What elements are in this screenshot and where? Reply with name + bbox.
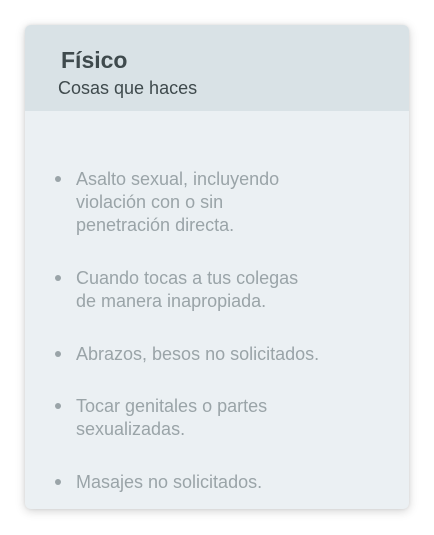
list-item-line: sexualizadas.: [76, 419, 186, 439]
bullet-icon: [55, 351, 61, 357]
card-title: Físico: [61, 47, 128, 73]
list-item-line: Tocar genitales o partes: [76, 396, 268, 416]
list-item-line: de manera inapropiada.: [76, 291, 267, 311]
list-item-line: Abrazos, besos no solicitados.: [76, 344, 320, 364]
info-card: Físico Cosas que haces Asalto sexual, in…: [25, 25, 409, 509]
list-item: Masajes no solicitados.: [55, 471, 375, 494]
bullet-icon: [55, 403, 61, 409]
list-item: Asalto sexual, incluyendo violación con …: [55, 168, 375, 237]
bullet-icon: [55, 479, 61, 485]
list-item-line: penetración directa.: [76, 215, 235, 235]
card-body: Asalto sexual, incluyendo violación con …: [25, 111, 409, 509]
list-item-line: Masajes no solicitados.: [76, 472, 263, 492]
list-item-line: violación con o sin: [76, 192, 224, 212]
list-item: Tocar genitales o partes sexualizadas.: [55, 395, 375, 441]
card-subtitle: Cosas que haces: [58, 78, 198, 98]
list-item: Abrazos, besos no solicitados.: [55, 343, 375, 366]
bullet-icon: [55, 275, 61, 281]
list-item: Cuando tocas a tus colegas de manera ina…: [55, 267, 375, 313]
bullet-icon: [55, 176, 61, 182]
list-item-line: Cuando tocas a tus colegas: [76, 268, 299, 288]
card-header: Físico Cosas que haces: [25, 25, 409, 111]
list-item-line: Asalto sexual, incluyendo: [76, 169, 280, 189]
